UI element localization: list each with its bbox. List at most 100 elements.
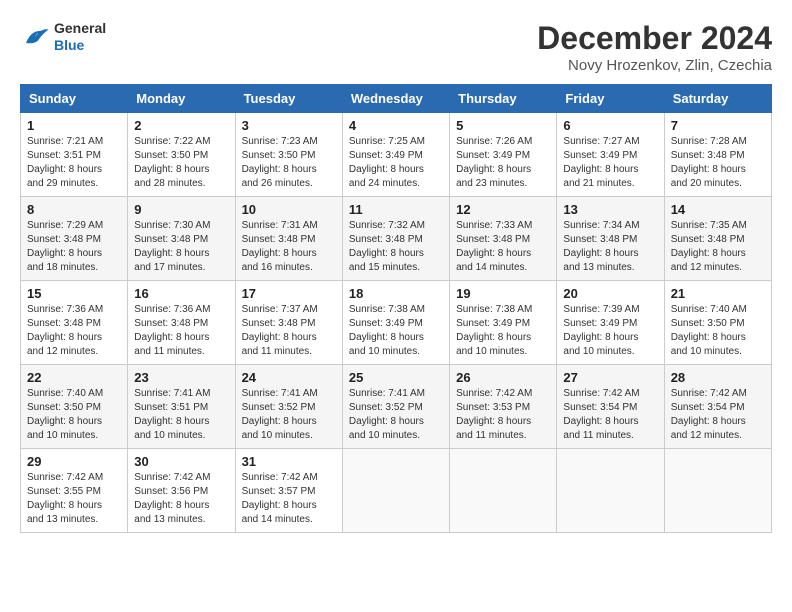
weekday-header-sunday: Sunday [21,85,128,113]
calendar-day-7: 7 Sunrise: 7:28 AMSunset: 3:48 PMDaylight… [664,113,771,197]
day-info: Sunrise: 7:21 AMSunset: 3:51 PMDaylight:… [27,135,121,191]
day-number: 30 [134,454,228,469]
day-number: 27 [563,370,657,385]
calendar-day-17: 17 Sunrise: 7:37 AMSunset: 3:48 PMDayligh… [235,281,342,365]
day-number: 11 [349,202,443,217]
weekday-header-tuesday: Tuesday [235,85,342,113]
day-number: 20 [563,286,657,301]
day-number: 19 [456,286,550,301]
logo-line1: General [54,20,106,37]
calendar-day-11: 11 Sunrise: 7:32 AMSunset: 3:48 PMDayligh… [342,197,449,281]
calendar-day-26: 26Sunrise: 7:42 AMSunset: 3:53 PMDayligh… [450,365,557,449]
calendar-week-3: 15 Sunrise: 7:36 AMSunset: 3:48 PMDayligh… [21,281,772,365]
day-number: 18 [349,286,443,301]
title-area: December 2024 Novy Hrozenkov, Zlin, Czec… [537,20,772,74]
weekday-header-wednesday: Wednesday [342,85,449,113]
day-number: 23 [134,370,228,385]
calendar-table: SundayMondayTuesdayWednesdayThursdayFrid… [20,84,772,533]
calendar-day-14: 14Sunrise: 7:35 AMSunset: 3:48 PMDayligh… [664,197,771,281]
empty-cell [450,449,557,533]
day-info: Sunrise: 7:25 AMSunset: 3:49 PMDaylight:… [349,135,443,191]
empty-cell [557,449,664,533]
day-number: 24 [242,370,336,385]
day-number: 12 [456,202,550,217]
logo: General Blue [20,20,106,54]
day-number: 21 [671,286,765,301]
calendar-day-29: 29 Sunrise: 7:42 AMSunset: 3:55 PMDayligh… [21,449,128,533]
day-info: Sunrise: 7:35 AMSunset: 3:48 PMDaylight:… [671,219,765,275]
weekday-header-friday: Friday [557,85,664,113]
weekday-header-saturday: Saturday [664,85,771,113]
calendar-day-19: 19 Sunrise: 7:38 AMSunset: 3:49 PMDayligh… [450,281,557,365]
calendar-day-6: 6Sunrise: 7:27 AMSunset: 3:49 PMDaylight… [557,113,664,197]
weekday-header-monday: Monday [128,85,235,113]
day-info: Sunrise: 7:31 AMSunset: 3:48 PMDaylight:… [242,219,336,275]
calendar-day-4: 4 Sunrise: 7:25 AMSunset: 3:49 PMDaylight… [342,113,449,197]
calendar-week-5: 29 Sunrise: 7:42 AMSunset: 3:55 PMDayligh… [21,449,772,533]
calendar-day-15: 15Sunrise: 7:36 AMSunset: 3:48 PMDayligh… [21,281,128,365]
day-info: Sunrise: 7:38 AMSunset: 3:49 PMDaylight:… [349,303,443,359]
day-info: Sunrise: 7:32 AMSunset: 3:48 PMDaylight:… [349,219,443,275]
day-number: 15 [27,286,121,301]
day-info: Sunrise: 7:41 AMSunset: 3:52 PMDaylight:… [242,387,336,443]
day-info: Sunrise: 7:42 AMSunset: 3:54 PMDaylight:… [671,387,765,443]
day-info: Sunrise: 7:37 AMSunset: 3:48 PMDaylight:… [242,303,336,359]
day-number: 3 [242,118,336,133]
day-number: 10 [242,202,336,217]
calendar-day-5: 5 Sunrise: 7:26 AMSunset: 3:49 PMDaylight… [450,113,557,197]
day-info: Sunrise: 7:42 AMSunset: 3:56 PMDaylight:… [134,471,228,527]
day-info: Sunrise: 7:28 AMSunset: 3:48 PMDaylight:… [671,135,765,191]
calendar-week-2: 8Sunrise: 7:29 AMSunset: 3:48 PMDaylight… [21,197,772,281]
day-info: Sunrise: 7:38 AMSunset: 3:49 PMDaylight:… [456,303,550,359]
day-number: 5 [456,118,550,133]
calendar-day-3: 3 Sunrise: 7:23 AMSunset: 3:50 PMDaylight… [235,113,342,197]
day-info: Sunrise: 7:42 AMSunset: 3:55 PMDaylight:… [27,471,121,527]
day-info: Sunrise: 7:39 AMSunset: 3:49 PMDaylight:… [563,303,657,359]
day-info: Sunrise: 7:26 AMSunset: 3:49 PMDaylight:… [456,135,550,191]
day-info: Sunrise: 7:42 AMSunset: 3:57 PMDaylight:… [242,471,336,527]
day-number: 25 [349,370,443,385]
calendar-day-23: 23 Sunrise: 7:41 AMSunset: 3:51 PMDayligh… [128,365,235,449]
day-info: Sunrise: 7:40 AMSunset: 3:50 PMDaylight:… [27,387,121,443]
day-number: 7 [671,118,765,133]
calendar-day-22: 22 Sunrise: 7:40 AMSunset: 3:50 PMDayligh… [21,365,128,449]
calendar-day-13: 13 Sunrise: 7:34 AMSunset: 3:48 PMDayligh… [557,197,664,281]
calendar-day-12: 12Sunrise: 7:33 AMSunset: 3:48 PMDayligh… [450,197,557,281]
day-info: Sunrise: 7:22 AMSunset: 3:50 PMDaylight:… [134,135,228,191]
day-info: Sunrise: 7:36 AMSunset: 3:48 PMDaylight:… [134,303,228,359]
weekday-header-thursday: Thursday [450,85,557,113]
logo-bird-icon [20,22,50,52]
day-info: Sunrise: 7:42 AMSunset: 3:54 PMDaylight:… [563,387,657,443]
day-info: Sunrise: 7:42 AMSunset: 3:53 PMDaylight:… [456,387,550,443]
day-number: 28 [671,370,765,385]
day-number: 31 [242,454,336,469]
calendar-day-20: 20 Sunrise: 7:39 AMSunset: 3:49 PMDayligh… [557,281,664,365]
day-number: 17 [242,286,336,301]
day-number: 2 [134,118,228,133]
day-info: Sunrise: 7:41 AMSunset: 3:51 PMDaylight:… [134,387,228,443]
calendar-day-16: 16 Sunrise: 7:36 AMSunset: 3:48 PMDayligh… [128,281,235,365]
day-info: Sunrise: 7:34 AMSunset: 3:48 PMDaylight:… [563,219,657,275]
empty-cell [664,449,771,533]
calendar-day-28: 28 Sunrise: 7:42 AMSunset: 3:54 PMDayligh… [664,365,771,449]
day-info: Sunrise: 7:23 AMSunset: 3:50 PMDaylight:… [242,135,336,191]
empty-cell [342,449,449,533]
day-info: Sunrise: 7:30 AMSunset: 3:48 PMDaylight:… [134,219,228,275]
calendar-day-10: 10 Sunrise: 7:31 AMSunset: 3:48 PMDayligh… [235,197,342,281]
calendar-day-18: 18 Sunrise: 7:38 AMSunset: 3:49 PMDayligh… [342,281,449,365]
location-title: Novy Hrozenkov, Zlin, Czechia [537,57,772,74]
day-number: 6 [563,118,657,133]
calendar-day-24: 24 Sunrise: 7:41 AMSunset: 3:52 PMDayligh… [235,365,342,449]
calendar-week-4: 22 Sunrise: 7:40 AMSunset: 3:50 PMDayligh… [21,365,772,449]
day-number: 9 [134,202,228,217]
day-number: 22 [27,370,121,385]
calendar-day-27: 27 Sunrise: 7:42 AMSunset: 3:54 PMDayligh… [557,365,664,449]
month-title: December 2024 [537,20,772,57]
day-number: 29 [27,454,121,469]
day-number: 16 [134,286,228,301]
calendar-day-2: 2 Sunrise: 7:22 AMSunset: 3:50 PMDaylight… [128,113,235,197]
day-info: Sunrise: 7:41 AMSunset: 3:52 PMDaylight:… [349,387,443,443]
day-number: 4 [349,118,443,133]
calendar-day-30: 30 Sunrise: 7:42 AMSunset: 3:56 PMDayligh… [128,449,235,533]
day-number: 13 [563,202,657,217]
